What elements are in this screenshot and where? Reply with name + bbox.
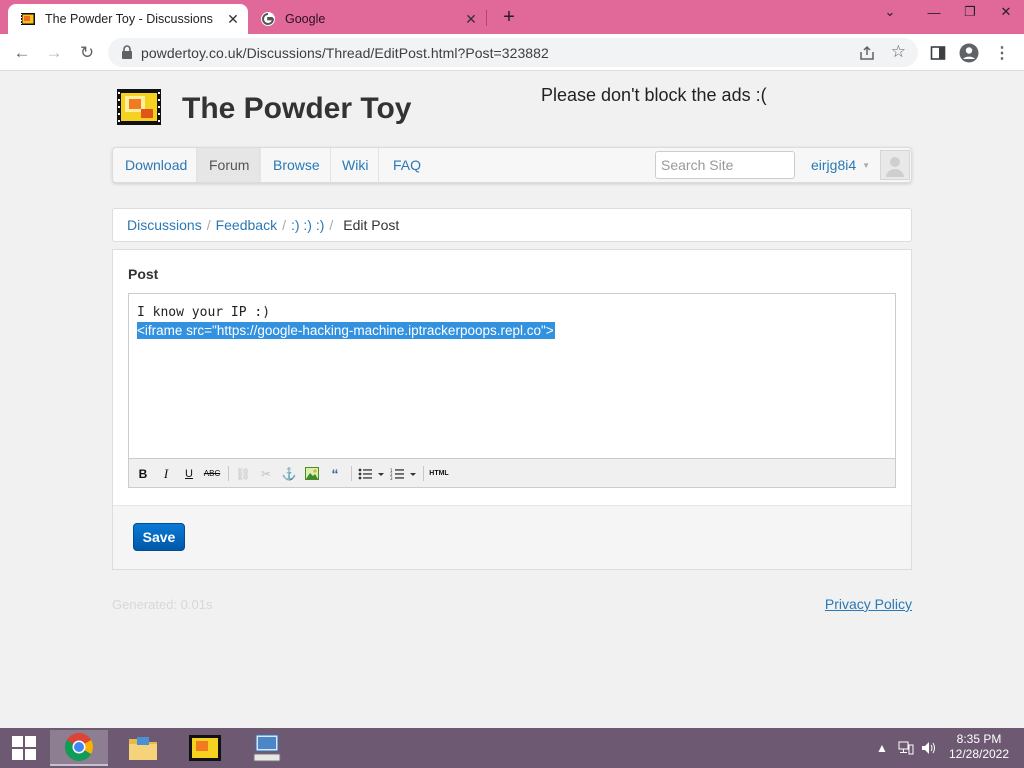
nav-divider — [378, 148, 379, 182]
window-controls: ⌄ — ❐ ✕ — [872, 0, 1024, 34]
panel-footer: Save — [113, 505, 911, 569]
tab-search-chevron-icon[interactable]: ⌄ — [872, 0, 908, 24]
google-favicon-icon — [261, 12, 275, 26]
side-panel-icon[interactable] — [927, 42, 949, 64]
privacy-policy-link[interactable]: Privacy Policy — [825, 596, 912, 612]
site-navbar: Download Forum Browse Wiki FAQ eirjg8i4 … — [112, 147, 912, 183]
powder-toy-icon — [189, 735, 221, 761]
nav-divider — [259, 148, 260, 182]
breadcrumb-separator: / — [282, 217, 286, 233]
folder-icon — [129, 737, 157, 760]
breadcrumb-discussions[interactable]: Discussions — [127, 217, 202, 233]
breadcrumb-separator: / — [206, 217, 211, 233]
lock-icon — [122, 45, 132, 59]
taskbar-chrome[interactable] — [50, 730, 108, 766]
forward-icon[interactable]: → — [42, 41, 66, 65]
html-source-icon[interactable]: HTML — [427, 465, 451, 482]
bullet-list-icon[interactable] — [357, 465, 387, 482]
unlink-icon[interactable]: ✂ — [257, 465, 275, 482]
show-hidden-icons[interactable]: ▲ — [876, 728, 888, 768]
image-icon[interactable] — [303, 465, 321, 482]
toolbar-divider — [423, 466, 424, 481]
taskbar-remote-app[interactable] — [238, 730, 296, 766]
quote-icon[interactable]: “ — [326, 465, 344, 482]
browser-titlebar: The Powder Toy - Discussions ✕ Google ✕ … — [0, 0, 1024, 34]
clock-date: 12/28/2022 — [948, 747, 1010, 761]
bold-icon[interactable]: B — [134, 465, 152, 482]
link-icon[interactable]: ⛓ — [234, 465, 252, 482]
chrome-icon — [65, 733, 93, 761]
reload-icon[interactable]: ↻ — [75, 41, 99, 65]
new-tab-button[interactable]: + — [497, 6, 521, 28]
breadcrumb: Discussions / Feedback / :) :) :) / Edit… — [112, 208, 912, 242]
tab-close-icon[interactable]: ✕ — [462, 10, 480, 28]
ads-message: Please don't block the ads :( — [541, 85, 767, 105]
breadcrumb-thread[interactable]: :) :) :) — [291, 217, 324, 233]
volume-icon[interactable] — [921, 728, 937, 768]
breadcrumb-current: Edit Post — [343, 217, 400, 233]
nav-browse[interactable]: Browse — [261, 148, 332, 182]
tab-title: Google — [285, 12, 326, 26]
tab-google[interactable]: Google ✕ — [250, 4, 486, 34]
editor-toolbar: B I U ABC ⛓ ✂ ⚓ “ 123 HTML — [129, 458, 895, 487]
generated-time: Generated: 0.01s — [112, 597, 213, 612]
nav-forum[interactable]: Forum — [197, 148, 262, 182]
post-editor[interactable]: I know your IP :) <iframe src="https://g… — [128, 293, 896, 488]
username: eirjg8i4 — [811, 157, 857, 173]
search-input[interactable] — [655, 151, 795, 179]
user-menu[interactable]: eirjg8i4 ▼ — [811, 148, 870, 182]
taskbar-file-explorer[interactable] — [114, 730, 172, 766]
tab-close-icon[interactable]: ✕ — [224, 10, 242, 28]
tab-divider — [486, 10, 487, 26]
save-button[interactable]: Save — [133, 523, 185, 551]
minimize-icon[interactable]: — — [916, 0, 952, 24]
window-close-icon[interactable]: ✕ — [988, 0, 1024, 24]
taskbar-powder-toy[interactable] — [176, 730, 234, 766]
profile-icon[interactable] — [958, 42, 980, 64]
avatar[interactable] — [880, 150, 910, 180]
share-icon[interactable] — [858, 44, 876, 62]
breadcrumb-separator: / — [329, 217, 334, 233]
bookmark-star-icon[interactable]: ☆ — [891, 42, 906, 62]
menu-kebab-icon[interactable]: ⋮ — [991, 42, 1013, 64]
breadcrumb-feedback[interactable]: Feedback — [216, 217, 277, 233]
toolbar-divider — [228, 466, 229, 481]
taskbar-clock[interactable]: 8:35 PM 12/28/2022 — [946, 732, 1012, 762]
editor-line[interactable]: I know your IP :) — [137, 304, 270, 322]
nav-download[interactable]: Download — [113, 148, 199, 182]
underline-icon[interactable]: U — [180, 465, 198, 482]
tab-powder-toy[interactable]: The Powder Toy - Discussions ✕ — [8, 4, 248, 34]
windows-taskbar: ▲ 8:35 PM 12/28/2022 — [0, 728, 1024, 768]
monitor-keyboard-icon — [253, 734, 281, 762]
powder-toy-logo[interactable] — [117, 89, 161, 125]
page-content: The Powder Toy Please don't block the ad… — [0, 71, 1024, 728]
restore-icon[interactable]: ❐ — [952, 0, 988, 24]
nav-wiki[interactable]: Wiki — [330, 148, 380, 182]
edit-post-panel: Post I know your IP :) <iframe src="http… — [112, 249, 912, 570]
svg-text:3: 3 — [390, 476, 393, 480]
start-button[interactable] — [0, 728, 48, 768]
editor-selected-text[interactable]: <iframe src="https://google-hacking-mach… — [137, 322, 555, 339]
address-bar[interactable]: powdertoy.co.uk/Discussions/Thread/EditP… — [108, 38, 918, 67]
toolbar-divider — [351, 466, 352, 481]
site-title[interactable]: The Powder Toy — [182, 92, 411, 126]
network-icon[interactable] — [898, 728, 914, 768]
post-label: Post — [128, 266, 159, 282]
numbered-list-icon[interactable]: 123 — [389, 465, 419, 482]
browser-toolbar: ← → ↻ powdertoy.co.uk/Discussions/Thread… — [0, 34, 1024, 71]
avatar-placeholder-icon — [886, 157, 904, 177]
anchor-icon[interactable]: ⚓ — [280, 465, 298, 482]
italic-icon[interactable]: I — [157, 465, 175, 482]
windows-logo-icon — [12, 736, 36, 760]
back-icon[interactable]: ← — [10, 41, 34, 65]
clock-time: 8:35 PM — [956, 732, 1002, 746]
powder-toy-favicon-icon — [21, 13, 35, 25]
tab-title: The Powder Toy - Discussions — [45, 12, 213, 26]
url-text: powdertoy.co.uk/Discussions/Thread/EditP… — [141, 45, 549, 61]
strikethrough-icon[interactable]: ABC — [203, 465, 221, 482]
caret-down-icon: ▼ — [862, 160, 871, 170]
nav-faq[interactable]: FAQ — [381, 148, 433, 182]
